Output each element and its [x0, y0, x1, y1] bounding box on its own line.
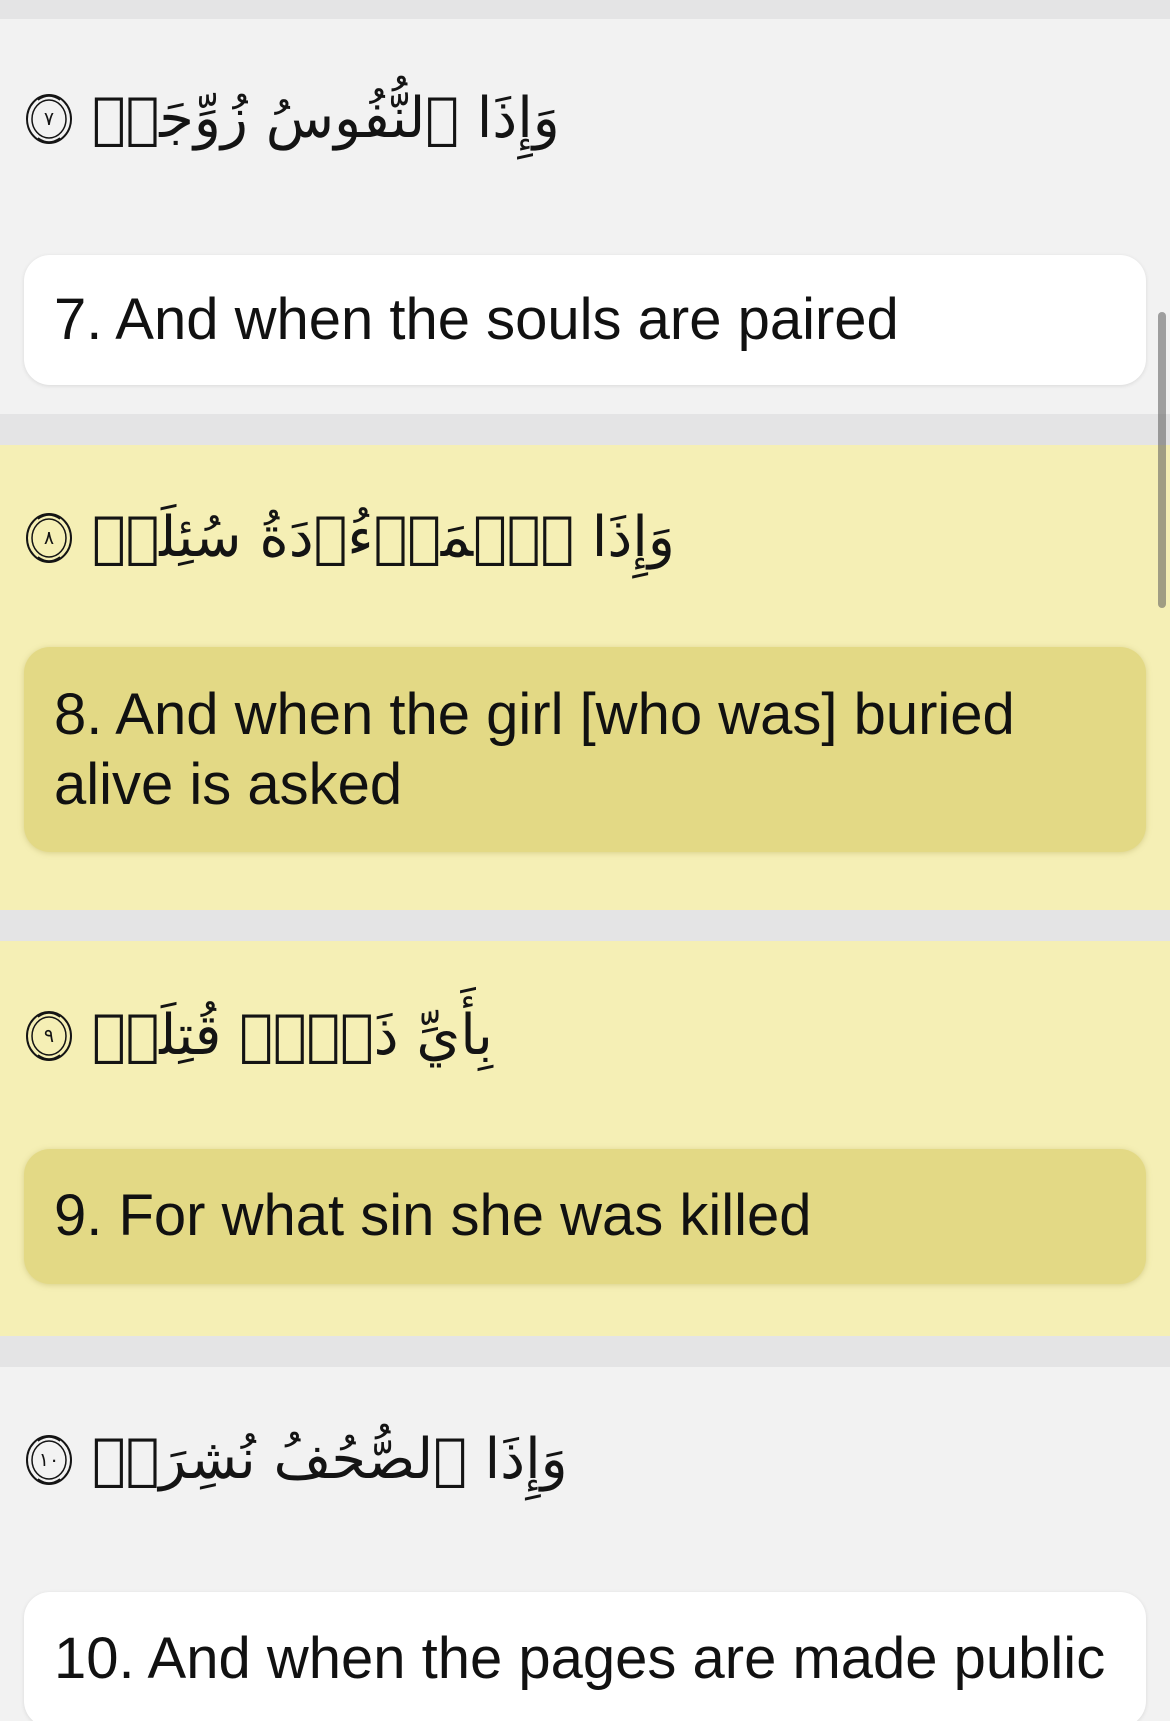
- verse-separator: [0, 910, 1170, 941]
- translation-card[interactable]: 7. And when the souls are paired: [24, 255, 1146, 385]
- ayah-marker-icon: ٩: [24, 1007, 74, 1065]
- ayah-number: ٨: [43, 526, 55, 549]
- ayah-number: ١٠: [38, 1448, 60, 1471]
- arabic-verse-text: وَإِذَا ٱلصُّحُفُ نُشِرَتۡ: [92, 1426, 568, 1492]
- verse-list-screen: وَإِذَا ٱلنُّفُوسُ زُوِّجَتۡ ٧ 7. And wh…: [0, 0, 1170, 1721]
- ayah-marker-icon: ٧: [24, 90, 74, 148]
- arabic-verse-text: بِأَيِّ ذَنۢبٖ قُتِلَتۡ: [92, 1003, 493, 1069]
- translation-card[interactable]: 9. For what sin she was killed: [24, 1149, 1146, 1284]
- verse-separator: [0, 1336, 1170, 1367]
- arabic-verse-text: وَإِذَا ٱلنُّفُوسُ زُوِّجَتۡ: [92, 86, 560, 152]
- top-separator: [0, 0, 1170, 19]
- translation-text: 9. For what sin she was killed: [54, 1183, 812, 1248]
- arabic-line: وَإِذَا ٱلصُّحُفُ نُشِرَتۡ ١٠: [24, 1367, 1146, 1552]
- arabic-line: وَإِذَا ٱلۡمَوۡءُۥدَةُ سُئِلَتۡ ٨: [24, 445, 1146, 630]
- translation-text: 8. And when the girl [who was] buried al…: [54, 682, 1015, 817]
- verse-row-7[interactable]: وَإِذَا ٱلنُّفُوسُ زُوِّجَتۡ ٧ 7. And wh…: [0, 19, 1170, 414]
- verse-separator: [0, 414, 1170, 445]
- verse-row-9[interactable]: بِأَيِّ ذَنۢبٖ قُتِلَتۡ ٩ 9. For what si…: [0, 941, 1170, 1336]
- ayah-marker-icon: ٨: [24, 509, 74, 567]
- verse-row-10[interactable]: وَإِذَا ٱلصُّحُفُ نُشِرَتۡ ١٠ 10. And wh…: [0, 1367, 1170, 1721]
- verse-row-8[interactable]: وَإِذَا ٱلۡمَوۡءُۥدَةُ سُئِلَتۡ ٨ 8. And…: [0, 445, 1170, 910]
- translation-card[interactable]: 10. And when the pages are made public: [24, 1592, 1146, 1721]
- ayah-marker-icon: ١٠: [24, 1431, 74, 1489]
- ayah-number: ٧: [43, 108, 55, 130]
- arabic-verse-text: وَإِذَا ٱلۡمَوۡءُۥدَةُ سُئِلَتۡ: [92, 504, 675, 570]
- arabic-line: وَإِذَا ٱلنُّفُوسُ زُوِّجَتۡ ٧: [24, 19, 1146, 219]
- scroll-indicator[interactable]: [1158, 312, 1166, 608]
- translation-text: 7. And when the souls are paired: [54, 287, 899, 352]
- ayah-number: ٩: [43, 1025, 55, 1047]
- translation-card[interactable]: 8. And when the girl [who was] buried al…: [24, 647, 1146, 852]
- arabic-line: بِأَيِّ ذَنۢبٖ قُتِلَتۡ ٩: [24, 941, 1146, 1131]
- translation-text: 10. And when the pages are made public: [54, 1626, 1106, 1691]
